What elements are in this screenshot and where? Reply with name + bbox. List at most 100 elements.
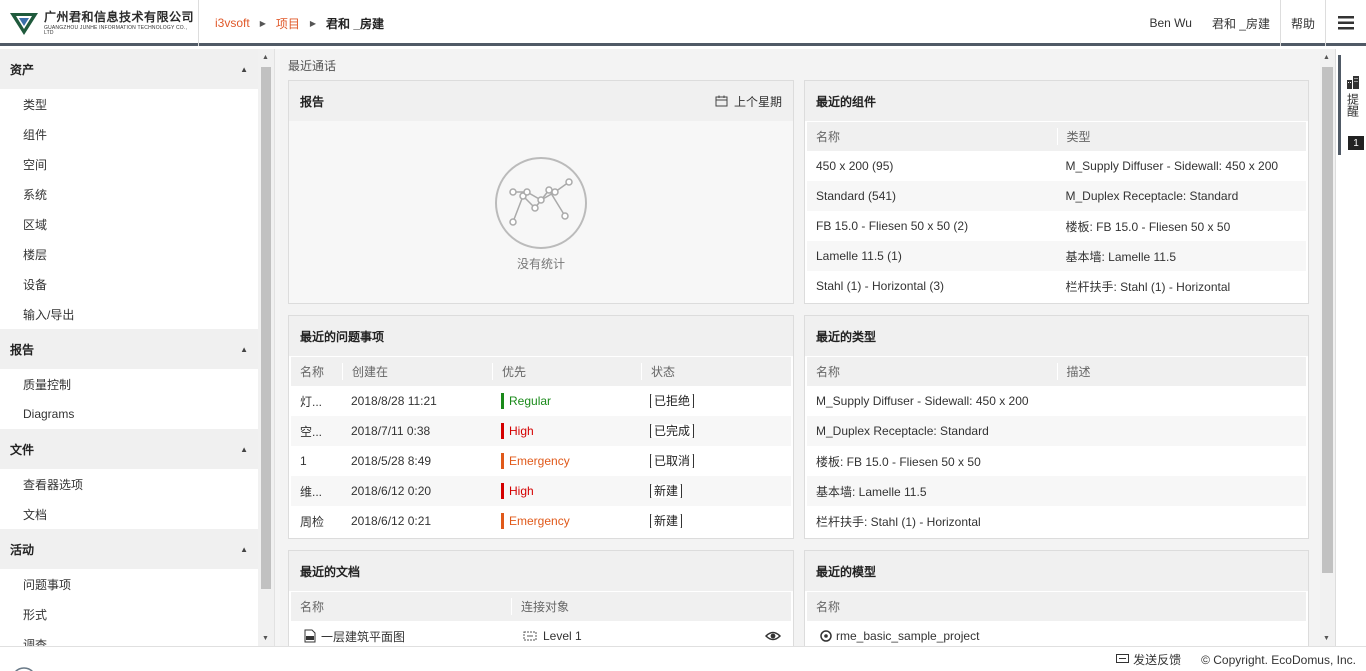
column-header-name[interactable]: 名称	[291, 598, 511, 615]
table-row[interactable]: 一层建筑平面图 Level 1	[291, 621, 791, 646]
panel-title: 报告	[300, 94, 325, 109]
logo-en-text: GUANGZHOU JUNHE INFORMATION TECHNOLOGY C…	[44, 24, 188, 36]
column-header-status[interactable]: 状态	[641, 363, 791, 380]
view-eye-icon[interactable]	[765, 631, 781, 641]
table-row[interactable]: M_Supply Diffuser - Sidewall: 450 x 200	[807, 386, 1306, 416]
linked-object[interactable]: Level 1	[543, 629, 582, 643]
breadcrumb-current: 君和 _房建	[326, 16, 385, 31]
sidebar-item-quality-control[interactable]: 质量控制	[0, 369, 258, 399]
priority-label: High	[509, 424, 534, 438]
cell-name: Standard (541)	[816, 189, 897, 203]
table-row[interactable]: 周检 2018/6/12 0:21 Emergency 新建	[291, 506, 791, 536]
sidebar-scrollbar[interactable]: ▲ ▼	[258, 49, 274, 646]
column-header-type[interactable]: 类型	[1056, 128, 1307, 145]
sidebar-section-assets[interactable]: 资产 ▲	[0, 49, 258, 89]
table-row[interactable]: M_Duplex Receptacle: Standard	[807, 416, 1306, 446]
breadcrumb-projects[interactable]: 项目	[276, 15, 300, 32]
status-badge: 已完成	[650, 424, 695, 438]
column-header-priority[interactable]: 优先	[492, 363, 641, 380]
model-name[interactable]: rme_basic_sample_project	[836, 629, 979, 643]
panel-title: 最近的组件	[816, 94, 877, 109]
scroll-down-icon[interactable]: ▼	[1323, 635, 1330, 642]
cell-name: 周检	[300, 514, 325, 529]
column-header-name[interactable]: 名称	[807, 128, 1057, 145]
table-row[interactable]: Standard (541) M_Duplex Receptacle: Stand…	[807, 181, 1306, 211]
table-row[interactable]: 楼板: FB 15.0 - Fliesen 50 x 50	[807, 446, 1306, 476]
sidebar-section-files[interactable]: 文件 ▲	[0, 429, 258, 469]
hamburger-menu-icon[interactable]	[1326, 0, 1366, 46]
table-row[interactable]: 450 x 200 (95) M_Supply Diffuser - Sidewa…	[807, 151, 1306, 181]
buildings-icon	[1347, 76, 1359, 89]
sidebar-item-diagrams[interactable]: Diagrams	[0, 399, 258, 429]
scroll-up-icon[interactable]: ▲	[1323, 54, 1330, 61]
sidebar-section-activities[interactable]: 活动 ▲	[0, 529, 258, 569]
cell-priority: Regular	[492, 393, 641, 409]
table-row[interactable]: FB 15.0 - Fliesen 50 x 50 (2) 楼板: FB 15.0…	[807, 211, 1306, 241]
table-header: 名称 创建在 优先 状态	[291, 356, 791, 386]
table-row[interactable]: rme_basic_sample_project	[807, 621, 1306, 646]
cell-priority: High	[492, 483, 641, 499]
table-row[interactable]: 1 2018/5/28 8:49 Emergency 已取消	[291, 446, 791, 476]
table-row[interactable]: 维... 2018/6/12 0:20 High 新建	[291, 476, 791, 506]
feedback-label: 发送反馈	[1133, 653, 1182, 667]
sidebar-item-spaces[interactable]: 空间	[0, 149, 258, 179]
column-header-created[interactable]: 创建在	[342, 363, 492, 380]
sidebar-item-viewer-options[interactable]: 查看器选项	[0, 469, 258, 499]
sidebar-item-types[interactable]: 类型	[0, 89, 258, 119]
sidebar-item-equipment[interactable]: 设备	[0, 269, 258, 299]
user-menu[interactable]: Ben Wu	[1140, 0, 1202, 46]
page-title: 最近通话	[288, 59, 337, 73]
column-header-linked-object[interactable]: 连接对象	[511, 598, 731, 615]
column-header-name[interactable]: 名称	[807, 598, 1306, 615]
sidebar-item-documents[interactable]: 文档	[0, 499, 258, 529]
recent-documents-panel: 最近的文档 名称 连接对象 一层建筑平面图 Level 1	[288, 550, 794, 646]
column-header-name[interactable]: 名称	[807, 363, 1057, 380]
status-badge: 新建	[650, 514, 683, 528]
sidebar-item-components[interactable]: 组件	[0, 119, 258, 149]
table-row[interactable]: 栏杆扶手: Stahl (1) - Horizontal	[807, 506, 1306, 536]
scroll-up-icon[interactable]: ▲	[262, 54, 269, 61]
cell-name: M_Supply Diffuser - Sidewall: 450 x 200	[816, 394, 1029, 408]
scroll-down-icon[interactable]: ▼	[262, 635, 269, 642]
cell-linked-object: Level 1	[511, 629, 731, 643]
main-scrollbar[interactable]: ▲ ▼	[1320, 49, 1335, 646]
table-row[interactable]: Lamelle 11.5 (1) 基本墙: Lamelle 11.5	[807, 241, 1306, 271]
cell-name: 楼板: FB 15.0 - Fliesen 50 x 50	[816, 454, 981, 469]
sidebar-item-systems[interactable]: 系统	[0, 179, 258, 209]
right-panel-strip: 提醒 1	[1335, 49, 1366, 646]
logo-mark-icon	[8, 7, 40, 39]
period-selector[interactable]: 上个星期	[715, 93, 782, 110]
sidebar-item-issues[interactable]: 问题事项	[0, 569, 258, 599]
table-row[interactable]: 基本墙: Lamelle 11.5	[807, 476, 1306, 506]
company-logo[interactable]: 广州君和信息技术有限公司 GUANGZHOU JUNHE INFORMATION…	[0, 0, 199, 46]
project-switcher[interactable]: 君和 _房建	[1202, 0, 1280, 46]
table-row[interactable]: 灯... 2018/8/28 11:21 Regular 已拒绝	[291, 386, 791, 416]
sidebar-item-surveys[interactable]: 调查	[0, 629, 258, 647]
main-scroll-thumb[interactable]	[1322, 67, 1333, 573]
table-row[interactable]: 空... 2018/7/11 0:38 High 已完成	[291, 416, 791, 446]
sidebar-item-import-export[interactable]: 输入/导出	[0, 299, 258, 329]
feedback-button[interactable]: 发送反馈	[1116, 651, 1181, 668]
priority-label: Emergency	[509, 454, 570, 468]
column-header-description[interactable]: 描述	[1056, 363, 1307, 380]
section-title: 文件	[10, 442, 35, 457]
sidebar-item-floors[interactable]: 楼层	[0, 239, 258, 269]
sidebar-section-reports[interactable]: 报告 ▲	[0, 329, 258, 369]
priority-indicator	[501, 423, 504, 439]
help-link[interactable]: 帮助	[1281, 0, 1325, 46]
sidebar-scroll-thumb[interactable]	[261, 67, 271, 589]
dashboard-main: 最近通话 报告 上个星期 没有统计 最近的组件 名称 类型 450 x 200 …	[280, 49, 1320, 646]
cell-priority: Emergency	[492, 513, 641, 529]
sidebar-item-zones[interactable]: 区域	[0, 209, 258, 239]
copyright-text: © Copyright. EcoDomus, Inc.	[1201, 652, 1356, 667]
breadcrumb-home[interactable]: i3vsoft	[215, 16, 250, 30]
panel-title: 最近的文档	[300, 564, 361, 579]
table-row[interactable]: Stahl (1) - Horizontal (3) 栏杆扶手: Stahl (1…	[807, 271, 1306, 301]
cell-priority: High	[492, 423, 641, 439]
priority-indicator	[501, 513, 504, 529]
sidebar-item-forms[interactable]: 形式	[0, 599, 258, 629]
table-header: 名称 连接对象	[291, 591, 791, 621]
cell-created: 2018/6/12 0:21	[351, 514, 432, 528]
document-name[interactable]: 一层建筑平面图	[321, 628, 405, 645]
column-header-name[interactable]: 名称	[291, 363, 342, 380]
